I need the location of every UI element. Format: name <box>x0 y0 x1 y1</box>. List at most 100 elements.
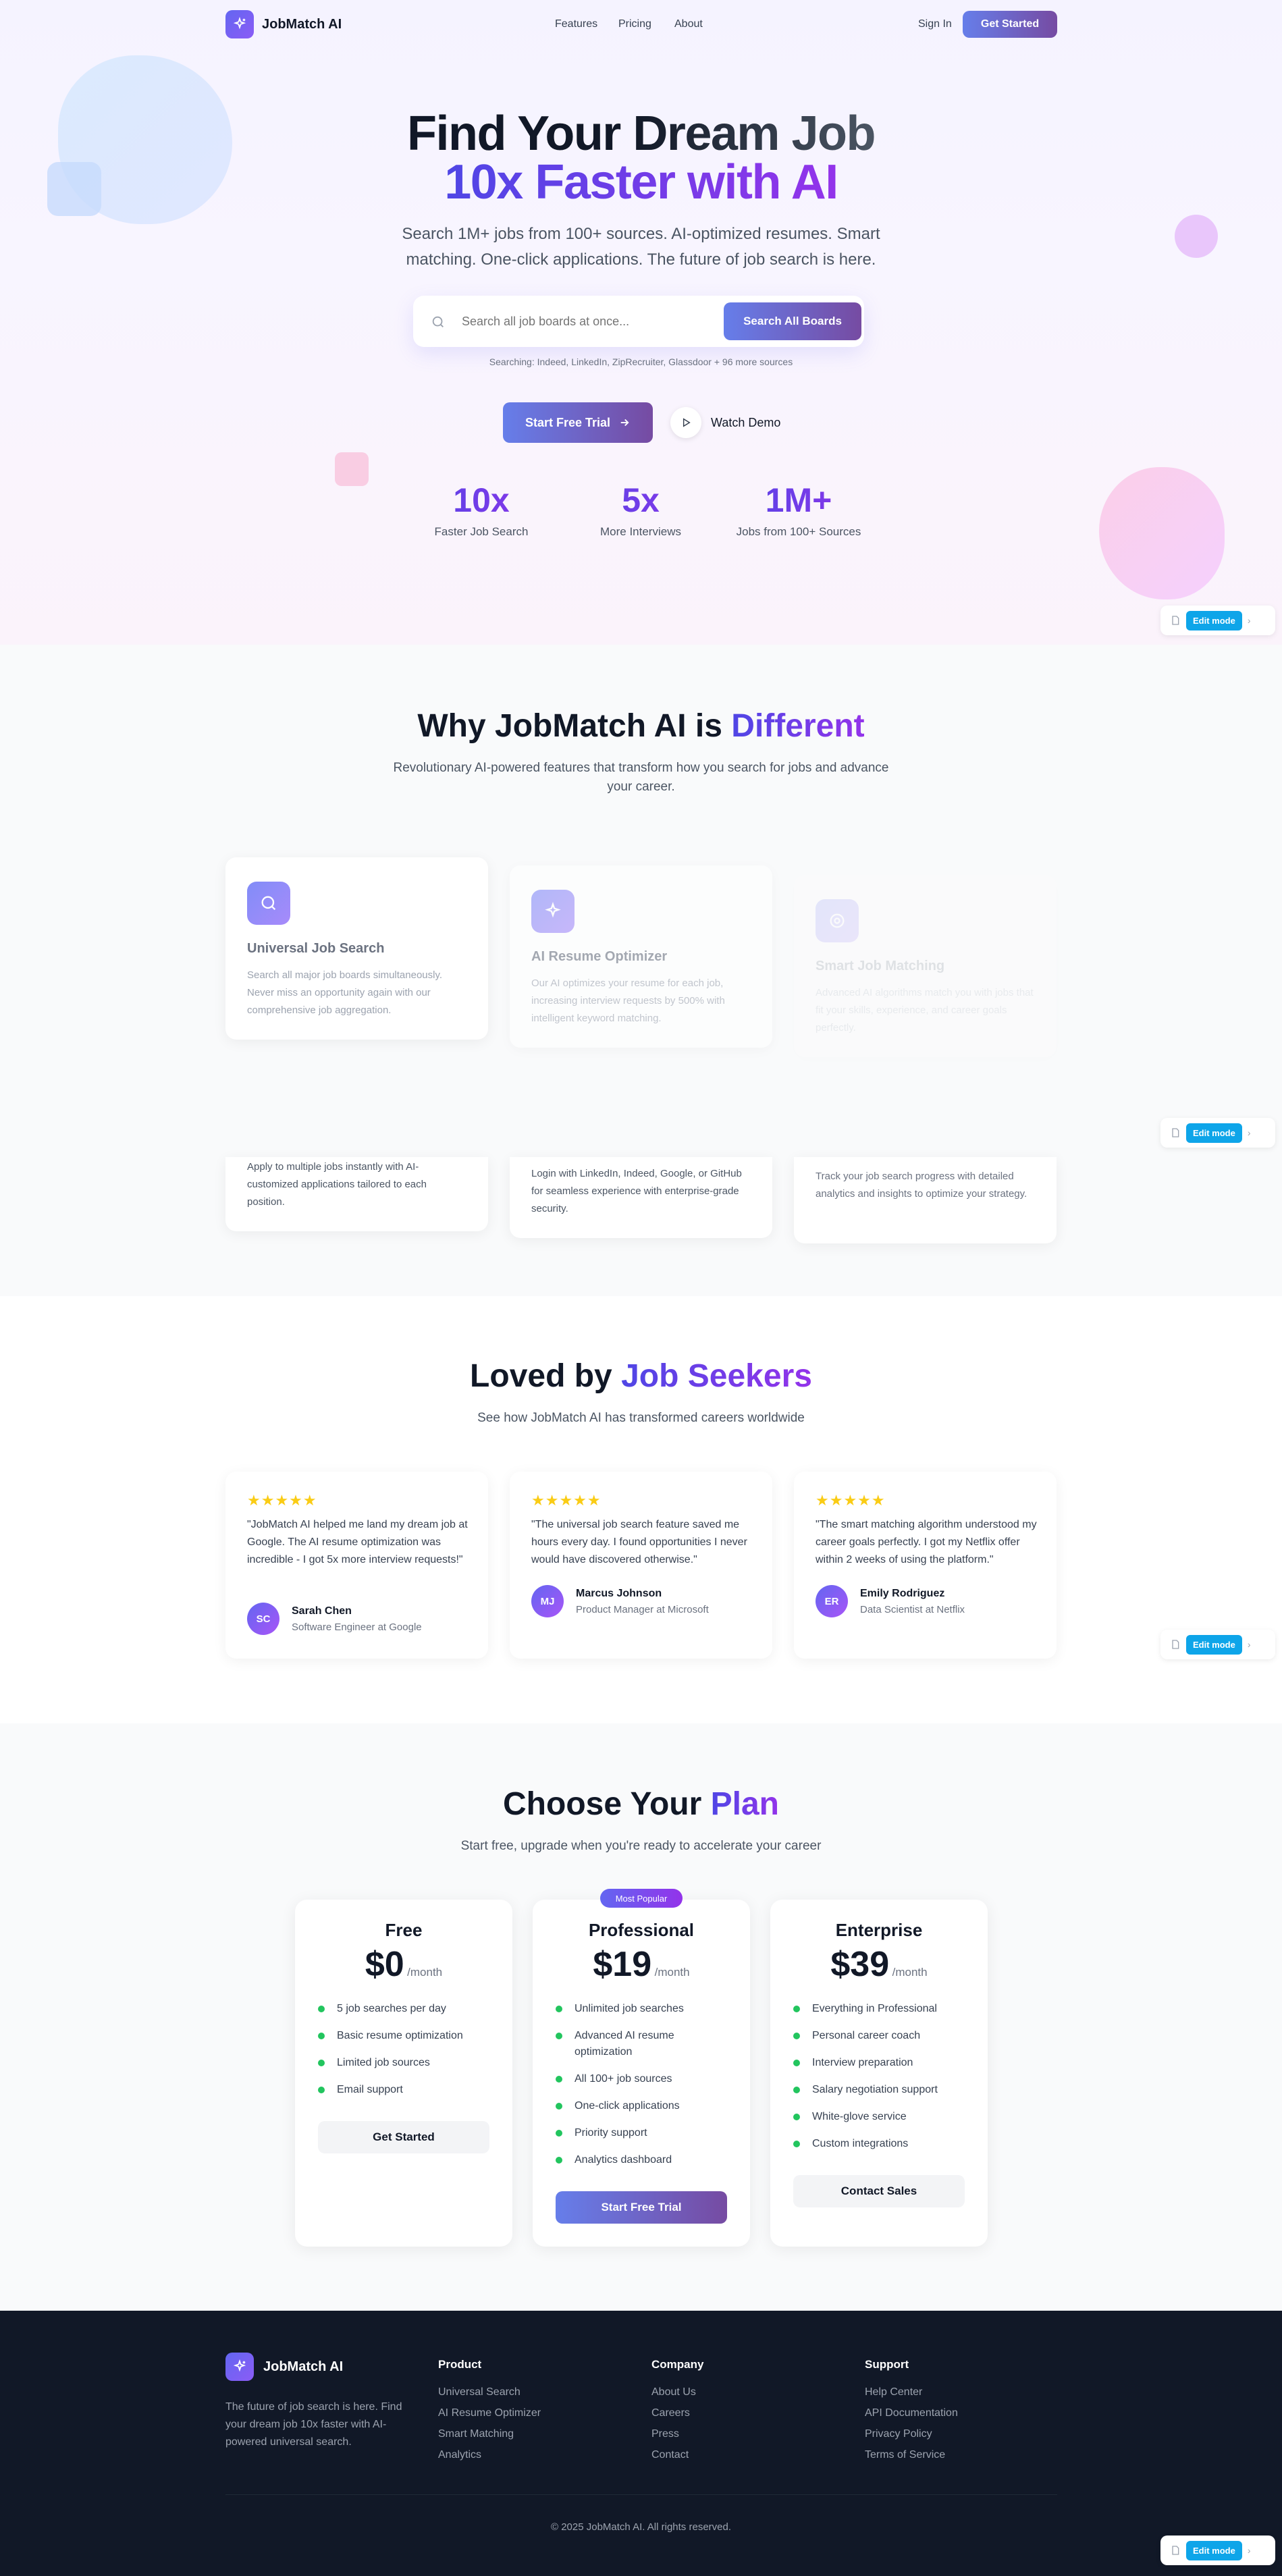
play-icon <box>670 407 701 438</box>
search-icon <box>431 315 446 329</box>
footer: JobMatch AI The future of job search is … <box>0 2311 1282 2576</box>
plan-feature: Email support <box>318 2082 493 2098</box>
plan-feature: Personal career coach <box>793 2028 976 2044</box>
check-icon <box>556 2103 562 2110</box>
avatar: MJ <box>531 1585 564 1617</box>
testimonial-name: Sarah Chen <box>292 1605 352 1617</box>
edit-mode-toolbar: Edit mode › <box>1160 1118 1275 1148</box>
edit-mode-toolbar: Edit mode › <box>1160 606 1275 635</box>
edit-mode-button[interactable]: Edit mode <box>1186 2540 1242 2560</box>
sign-in-link[interactable]: Sign In <box>918 18 952 30</box>
chevron-right-icon[interactable]: › <box>1248 2545 1251 2556</box>
plan-feature: One-click applications <box>556 2098 731 2114</box>
chevron-right-icon[interactable]: › <box>1248 1127 1251 1138</box>
search-input[interactable] <box>462 308 718 335</box>
plan-feature: Unlimited job searches <box>556 2001 731 2017</box>
get-started-button[interactable]: Get Started <box>318 2121 489 2153</box>
target-icon <box>816 899 859 942</box>
feature-text: Track your job search progress with deta… <box>816 1171 1027 1200</box>
check-icon <box>793 2006 800 2012</box>
check-icon <box>318 2060 325 2066</box>
rating-stars: ★★★★★ <box>247 1492 317 1509</box>
plan-name: Enterprise <box>835 1920 923 1940</box>
pricing-subtitle: Start free, upgrade when you're ready to… <box>460 1839 822 1853</box>
feature-text: Login with LinkedIn, Indeed, Google, or … <box>531 1168 742 1214</box>
testimonial-role: Software Engineer at Google <box>292 1621 422 1633</box>
feature-text: Our AI optimizes your resume for each jo… <box>531 977 725 1024</box>
testimonial-card: ★★★★★ "The smart matching algorithm unde… <box>794 1472 1057 1659</box>
plan-feature: Basic resume optimization <box>318 2028 493 2044</box>
edit-mode-button[interactable]: Edit mode <box>1186 1634 1242 1655</box>
stat-number-3: 1M+ <box>711 481 886 520</box>
watch-demo-button[interactable]: Watch Demo <box>670 407 780 438</box>
footer-link[interactable]: Universal Search <box>438 2386 541 2398</box>
footer-brand[interactable]: JobMatch AI <box>225 2353 343 2381</box>
document-icon[interactable] <box>1170 2545 1181 2556</box>
testimonial-role: Data Scientist at Netflix <box>860 1604 965 1615</box>
footer-link[interactable]: Analytics <box>438 2449 541 2461</box>
hero-title-line2: 10x Faster with AI <box>444 155 838 209</box>
footer-link[interactable]: Smart Matching <box>438 2428 541 2440</box>
hero-subtitle: Search 1M+ jobs from 100+ sources. AI-op… <box>402 225 880 269</box>
footer-link[interactable]: Careers <box>651 2407 703 2419</box>
feature-card-smart-matching: Smart Job Matching Advanced AI algorithm… <box>794 875 1057 1057</box>
nav-link-about[interactable]: About <box>674 18 703 30</box>
plan-features: Everything in Professional Personal care… <box>793 2001 976 2152</box>
testimonials-title: Loved by Job Seekers <box>470 1358 812 1394</box>
edit-mode-button[interactable]: Edit mode <box>1186 610 1242 630</box>
search-all-boards-button[interactable]: Search All Boards <box>724 302 861 340</box>
stat-label-3: Jobs from 100+ Sources <box>736 525 861 538</box>
plan-feature: Limited job sources <box>318 2055 493 2071</box>
pricing-card-enterprise: Enterprise $39 /month Everything in Prof… <box>770 1900 988 2247</box>
rating-stars: ★★★★★ <box>531 1492 602 1509</box>
plan-price: $0 /month <box>365 1945 443 1984</box>
footer-tagline: The future of job search is here. Find y… <box>225 2401 402 2448</box>
feature-title: AI Resume Optimizer <box>531 949 668 964</box>
start-free-trial-button[interactable]: Start Free Trial <box>556 2191 727 2224</box>
hero-blob-pink <box>1099 467 1225 599</box>
footer-link[interactable]: AI Resume Optimizer <box>438 2407 541 2419</box>
footer-link[interactable]: Contact <box>651 2449 703 2461</box>
check-icon <box>318 2006 325 2012</box>
footer-link[interactable]: API Documentation <box>865 2407 958 2419</box>
stat-number-2: 5x <box>553 481 728 520</box>
edit-mode-toolbar: Edit mode › <box>1160 2535 1275 2565</box>
chevron-right-icon[interactable]: › <box>1248 1639 1251 1650</box>
brand-logo[interactable]: JobMatch AI <box>225 10 342 38</box>
check-icon <box>793 2114 800 2120</box>
feature-title: Universal Job Search <box>247 941 385 956</box>
footer-link[interactable]: Help Center <box>865 2386 958 2398</box>
nav-link-pricing[interactable]: Pricing <box>618 18 651 30</box>
check-icon <box>793 2087 800 2093</box>
footer-link[interactable]: Terms of Service <box>865 2449 958 2461</box>
document-icon[interactable] <box>1170 1127 1181 1138</box>
get-started-button[interactable]: Get Started <box>963 11 1057 38</box>
stat-number-1: 10x <box>394 481 569 520</box>
plan-feature: Everything in Professional <box>793 2001 976 2017</box>
nav-link-features[interactable]: Features <box>555 18 597 30</box>
plan-feature: Priority support <box>556 2125 731 2141</box>
check-icon <box>556 2076 562 2083</box>
footer-link[interactable]: About Us <box>651 2386 703 2398</box>
footer-link[interactable]: Privacy Policy <box>865 2428 958 2440</box>
contact-sales-button[interactable]: Contact Sales <box>793 2175 965 2207</box>
plan-feature: Interview preparation <box>793 2055 976 2071</box>
search-sources-text: Searching: Indeed, LinkedIn, ZipRecruite… <box>489 356 793 367</box>
check-icon <box>793 2060 800 2066</box>
feature-text: Advanced AI algorithms match you with jo… <box>816 987 1034 1034</box>
start-free-trial-button[interactable]: Start Free Trial <box>503 402 653 443</box>
document-icon[interactable] <box>1170 1639 1181 1650</box>
check-icon <box>318 2087 325 2093</box>
footer-link[interactable]: Press <box>651 2428 703 2440</box>
testimonial-name: Marcus Johnson <box>576 1588 662 1599</box>
brand-name: JobMatch AI <box>262 16 342 32</box>
plan-features: 5 job searches per day Basic resume opti… <box>318 2001 493 2098</box>
document-icon[interactable] <box>1170 615 1181 626</box>
footer-column-support: Support Help Center API Documentation Pr… <box>865 2358 958 2461</box>
search-icon <box>247 882 290 925</box>
edit-mode-button[interactable]: Edit mode <box>1186 1123 1242 1143</box>
check-icon <box>556 2006 562 2012</box>
chevron-right-icon[interactable]: › <box>1248 615 1251 626</box>
feature-text: Search all major job boards simultaneous… <box>247 969 443 1016</box>
feature-card-analytics: Track your job search progress with deta… <box>794 1157 1057 1243</box>
